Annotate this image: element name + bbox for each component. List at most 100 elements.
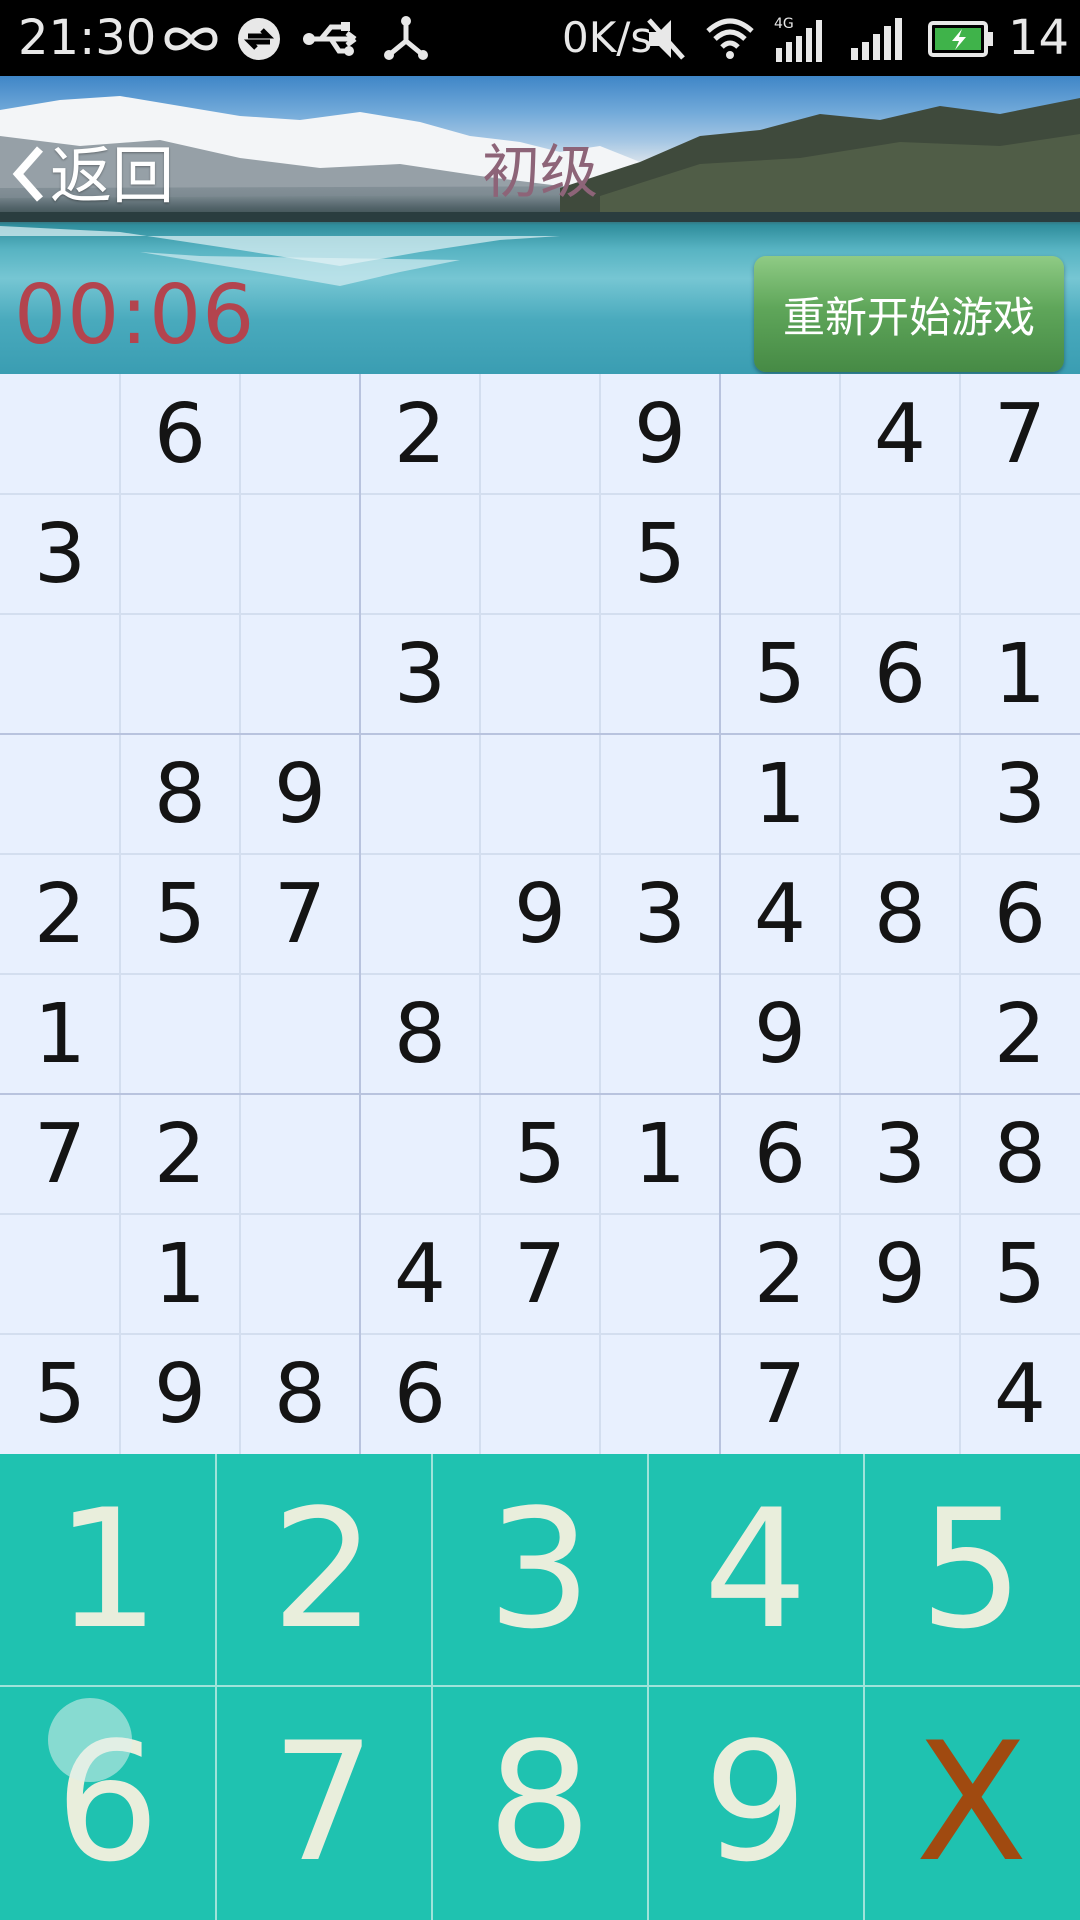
chevron-left-icon [12,145,46,207]
sudoku-cell-r5c8[interactable]: 8 [840,854,960,974]
sudoku-cell-r2c1[interactable]: 3 [0,494,120,614]
sudoku-cell-r4c9[interactable]: 3 [960,734,1080,854]
sudoku-cell-r1c7[interactable] [720,374,840,494]
sudoku-cell-r5c7[interactable]: 4 [720,854,840,974]
key-5-button[interactable]: 5 [864,1454,1079,1684]
sudoku-cell-r4c1[interactable] [0,734,120,854]
sudoku-cell-r9c8[interactable] [840,1334,960,1454]
sudoku-cell-r9c9[interactable]: 4 [960,1334,1080,1454]
sudoku-cell-r9c3[interactable]: 8 [240,1334,360,1454]
sudoku-cell-r2c2[interactable] [120,494,240,614]
number-keypad: 123456789X [0,1454,1080,1920]
sudoku-cell-r4c5[interactable] [480,734,600,854]
sudoku-cell-r6c6[interactable] [600,974,720,1094]
key-3-button[interactable]: 3 [432,1454,647,1684]
sudoku-cell-r8c4[interactable]: 4 [360,1214,480,1334]
sudoku-cell-r5c2[interactable]: 5 [120,854,240,974]
sudoku-cell-r5c1[interactable]: 2 [0,854,120,974]
sudoku-cell-r6c5[interactable] [480,974,600,1094]
sudoku-cell-r7c9[interactable]: 8 [960,1094,1080,1214]
key-2-button[interactable]: 2 [216,1454,431,1684]
sudoku-cell-r1c8[interactable]: 4 [840,374,960,494]
sudoku-cell-r8c1[interactable] [0,1214,120,1334]
sudoku-cell-r7c4[interactable] [360,1094,480,1214]
sudoku-cell-r5c6[interactable]: 3 [600,854,720,974]
back-button[interactable]: 返回 [12,126,174,226]
sudoku-cell-r9c6[interactable] [600,1334,720,1454]
level-title: 初级 [481,138,598,206]
sudoku-cell-r4c3[interactable]: 9 [240,734,360,854]
sudoku-cell-r8c5[interactable]: 7 [480,1214,600,1334]
sudoku-cell-r6c1[interactable]: 1 [0,974,120,1094]
sudoku-cell-r9c4[interactable]: 6 [360,1334,480,1454]
sudoku-cell-r8c8[interactable]: 9 [840,1214,960,1334]
sudoku-cell-r7c5[interactable]: 5 [480,1094,600,1214]
key-1-button[interactable]: 1 [0,1454,215,1684]
sudoku-cell-r1c6[interactable]: 9 [600,374,720,494]
sudoku-cell-r3c8[interactable]: 6 [840,614,960,734]
sudoku-cell-r7c8[interactable]: 3 [840,1094,960,1214]
sudoku-cell-r7c1[interactable]: 7 [0,1094,120,1214]
key-9-button[interactable]: 9 [648,1687,863,1917]
sudoku-cell-r8c3[interactable] [240,1214,360,1334]
sudoku-cell-r5c3[interactable]: 7 [240,854,360,974]
sudoku-cell-r6c9[interactable]: 2 [960,974,1080,1094]
key-8-button[interactable]: 8 [432,1687,647,1917]
sudoku-cell-r7c6[interactable]: 1 [600,1094,720,1214]
game-timer: 00:06 [14,268,256,363]
sudoku-cell-r1c5[interactable] [480,374,600,494]
sudoku-cell-r3c5[interactable] [480,614,600,734]
sudoku-cell-r5c9[interactable]: 6 [960,854,1080,974]
sudoku-cell-r9c7[interactable]: 7 [720,1334,840,1454]
sudoku-cell-r3c6[interactable] [600,614,720,734]
sudoku-cell-r1c3[interactable] [240,374,360,494]
sudoku-cell-r2c7[interactable] [720,494,840,614]
game-screen: 21:30 0K/s 4G 14 返回 初级 00:06 重新开始游戏 6 2 … [0,0,1080,1920]
sudoku-cell-r6c8[interactable] [840,974,960,1094]
sudoku-cell-r4c7[interactable]: 1 [720,734,840,854]
sudoku-cell-r7c2[interactable]: 2 [120,1094,240,1214]
sudoku-cell-r2c8[interactable] [840,494,960,614]
sudoku-cell-r1c1[interactable] [0,374,120,494]
sudoku-cell-r6c2[interactable] [120,974,240,1094]
sudoku-cell-r7c3[interactable] [240,1094,360,1214]
sudoku-cell-r3c9[interactable]: 1 [960,614,1080,734]
sudoku-cell-r1c4[interactable]: 2 [360,374,480,494]
sudoku-cell-r8c9[interactable]: 5 [960,1214,1080,1334]
sudoku-cell-r2c9[interactable] [960,494,1080,614]
sudoku-cell-r6c7[interactable]: 9 [720,974,840,1094]
sudoku-cell-r5c5[interactable]: 9 [480,854,600,974]
sudoku-cell-r8c7[interactable]: 2 [720,1214,840,1334]
sudoku-cell-r1c9[interactable]: 7 [960,374,1080,494]
sudoku-cell-r5c4[interactable] [360,854,480,974]
sudoku-cell-r3c2[interactable] [120,614,240,734]
sudoku-cell-r2c6[interactable]: 5 [600,494,720,614]
back-label: 返回 [50,139,175,212]
sudoku-cell-r3c4[interactable]: 3 [360,614,480,734]
sudoku-cell-r3c7[interactable]: 5 [720,614,840,734]
sudoku-cell-r4c2[interactable]: 8 [120,734,240,854]
sudoku-cell-r6c3[interactable] [240,974,360,1094]
sudoku-cell-r6c4[interactable]: 8 [360,974,480,1094]
sudoku-cell-r7c7[interactable]: 6 [720,1094,840,1214]
sudoku-cell-r4c6[interactable] [600,734,720,854]
sudoku-cell-r4c8[interactable] [840,734,960,854]
sudoku-cell-r2c5[interactable] [480,494,600,614]
sudoku-cell-r2c3[interactable] [240,494,360,614]
key-clear-button[interactable]: X [864,1687,1079,1917]
sudoku-cell-r2c4[interactable] [360,494,480,614]
key-7-button[interactable]: 7 [216,1687,431,1917]
sudoku-cell-r9c5[interactable] [480,1334,600,1454]
sudoku-cell-r3c1[interactable] [0,614,120,734]
sudoku-cell-r8c6[interactable] [600,1214,720,1334]
wifi-icon [704,14,756,64]
sudoku-cell-r3c3[interactable] [240,614,360,734]
sudoku-cell-r8c2[interactable]: 1 [120,1214,240,1334]
sudoku-cell-r9c2[interactable]: 9 [120,1334,240,1454]
sudoku-cell-r1c2[interactable]: 6 [120,374,240,494]
restart-game-button[interactable]: 重新开始游戏 [754,256,1064,372]
sudoku-cell-r9c1[interactable]: 5 [0,1334,120,1454]
key-4-button[interactable]: 4 [648,1454,863,1684]
status-time: 21:30 [18,10,157,66]
sudoku-cell-r4c4[interactable] [360,734,480,854]
